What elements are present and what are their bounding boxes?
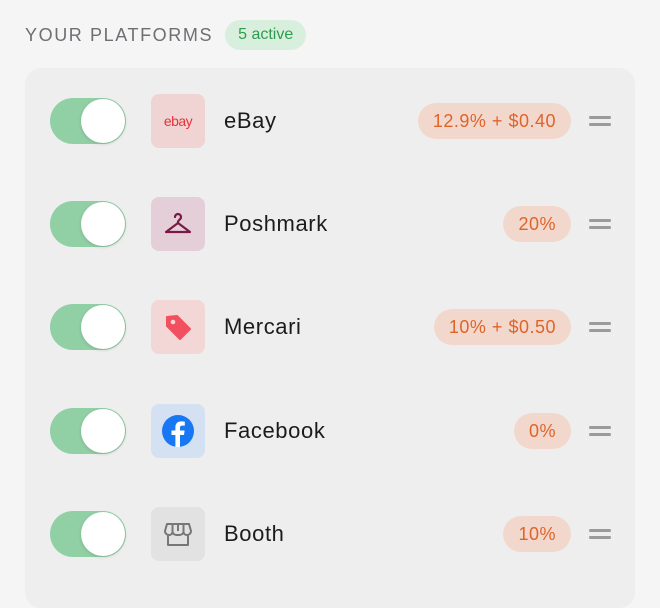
- platform-name: eBay: [224, 108, 277, 133]
- platforms-header: YOUR PLATFORMS 5 active: [25, 20, 307, 50]
- drag-handle-icon[interactable]: [589, 425, 611, 437]
- platform-name: Mercari: [224, 314, 302, 339]
- fee-badge: 10% + $0.50: [433, 309, 571, 345]
- platform-row-ebay: ebay eBay 12.9% + $0.40: [25, 81, 635, 161]
- toggle-poshmark[interactable]: [50, 201, 126, 247]
- toggle-booth[interactable]: [50, 511, 126, 557]
- platform-row-booth: Booth 10%: [25, 494, 635, 574]
- platform-name: Facebook: [224, 418, 326, 443]
- toggle-knob: [81, 305, 125, 349]
- price-tag-icon: [151, 300, 205, 354]
- drag-handle-icon[interactable]: [589, 115, 611, 127]
- storefront-icon: [151, 507, 205, 561]
- fee-badge: 12.9% + $0.40: [417, 103, 571, 139]
- toggle-knob: [81, 512, 125, 556]
- platforms-list: ebay eBay 12.9% + $0.40 Poshmark 20% Mer…: [25, 68, 635, 608]
- drag-handle-icon[interactable]: [589, 321, 611, 333]
- toggle-ebay[interactable]: [50, 98, 126, 144]
- fee-badge: 20%: [503, 206, 571, 242]
- platform-row-poshmark: Poshmark 20%: [25, 184, 635, 264]
- toggle-knob: [81, 202, 125, 246]
- platform-row-facebook: Facebook 0%: [25, 391, 635, 471]
- platform-name: Booth: [224, 521, 285, 546]
- toggle-facebook[interactable]: [50, 408, 126, 454]
- toggle-knob: [81, 409, 125, 453]
- fee-badge: 10%: [503, 516, 571, 552]
- active-count-badge: 5 active: [225, 20, 307, 50]
- ebay-logo: ebay: [151, 94, 205, 148]
- drag-handle-icon[interactable]: [589, 218, 611, 230]
- toggle-knob: [81, 99, 125, 143]
- hanger-icon: [151, 197, 205, 251]
- facebook-icon: [151, 404, 205, 458]
- ebay-logo-text: ebay: [163, 113, 193, 129]
- toggle-mercari[interactable]: [50, 304, 126, 350]
- platform-row-mercari: Mercari 10% + $0.50: [25, 287, 635, 367]
- fee-badge: 0%: [513, 413, 571, 449]
- section-title: YOUR PLATFORMS: [25, 24, 214, 45]
- platform-name: Poshmark: [224, 211, 328, 236]
- drag-handle-icon[interactable]: [589, 528, 611, 540]
